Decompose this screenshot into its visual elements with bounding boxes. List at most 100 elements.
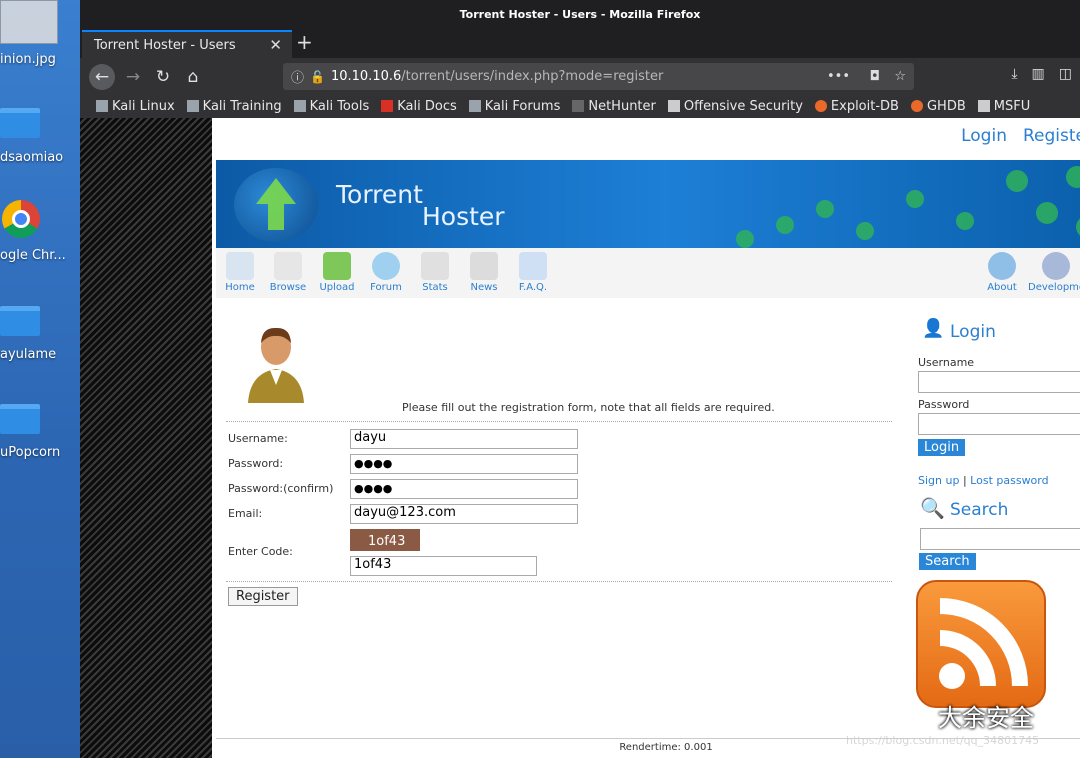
msfu-icon <box>977 100 990 112</box>
tab-active[interactable]: Torrent Hoster - Users ✕ <box>82 30 292 58</box>
desktop: inion.jpg dsaomiao ogle Chr... ayulame u… <box>0 0 80 758</box>
about-icon <box>988 252 1016 280</box>
bookmark-label: Kali Docs <box>397 98 457 114</box>
nethunter-icon <box>572 100 585 112</box>
insecure-lock-icon[interactable]: 🔓 <box>310 70 325 84</box>
menu-development[interactable]: Developme <box>1028 250 1080 293</box>
tab-title: Torrent Hoster - Users <box>94 37 236 53</box>
email-field[interactable]: dayu@123.com <box>350 504 578 524</box>
ghdb-icon <box>910 100 923 112</box>
bookmark-item[interactable]: NetHunter <box>572 99 656 114</box>
sidebar-username-input[interactable] <box>918 371 1080 393</box>
banner-dot <box>1066 166 1080 188</box>
url-path: /torrent/users/index.php?mode=register <box>401 69 664 84</box>
menu-faq[interactable]: F.A.Q. <box>509 250 557 293</box>
menu-label: F.A.Q. <box>518 282 548 293</box>
kali-icon <box>468 100 481 112</box>
top-register-link[interactable]: Registe <box>1023 126 1080 146</box>
banner-dot <box>776 216 794 234</box>
sidebar-icon[interactable]: ◫ <box>1059 66 1072 82</box>
desktop-item-label: ogle Chr... <box>0 248 66 263</box>
password-field[interactable]: ●●●● <box>350 454 578 474</box>
sidebar-search-title: Search <box>950 500 1009 520</box>
menu-label: News <box>470 282 498 293</box>
desktop-item-label: ayulame <box>0 347 57 362</box>
desktop-item-label: inion.jpg <box>0 52 56 67</box>
sidebar-password-input[interactable] <box>918 413 1080 435</box>
faq-icon <box>519 252 547 280</box>
enter-code-label: Enter Code: <box>228 545 293 558</box>
menu-upload[interactable]: Upload <box>313 250 361 293</box>
back-icon[interactable]: ← <box>89 64 115 90</box>
menu-forum[interactable]: Forum <box>362 250 410 293</box>
menu-about[interactable]: About <box>978 250 1026 293</box>
search-magnifier-icon: 🔍 <box>920 496 945 520</box>
menu-home[interactable]: Home <box>216 250 264 293</box>
bookmark-item[interactable]: Offensive Security <box>667 98 803 114</box>
reload-icon[interactable]: ↻ <box>150 64 176 90</box>
menu-label: Developme <box>1028 282 1080 293</box>
menu-stats[interactable]: Stats <box>411 250 459 293</box>
offsec-icon <box>667 100 680 112</box>
bookmark-item[interactable]: MSFU <box>977 99 1030 114</box>
nav-toolbar: ← → ↻ ⌂ ⓘ 🔓 10.10.10.6 /torrent/users/in… <box>80 58 1080 94</box>
page-actions-icon[interactable]: ••• <box>827 69 850 84</box>
bookmark-item[interactable]: Kali Tools <box>293 99 369 114</box>
forward-icon[interactable]: → <box>120 64 146 90</box>
lost-password-link[interactable]: Lost password <box>970 474 1048 487</box>
username-field[interactable]: dayu <box>350 429 578 449</box>
bookmark-label: Kali Linux <box>112 98 175 114</box>
signup-link[interactable]: Sign up <box>918 474 959 487</box>
library-icon[interactable]: ▥ <box>1032 66 1045 82</box>
bookmark-label: Offensive Security <box>683 98 803 114</box>
sidebar-login-button[interactable]: Login <box>918 439 966 456</box>
folder-icon <box>0 108 40 138</box>
bookmark-item[interactable]: Exploit-DB <box>814 99 899 114</box>
window-title: Torrent Hoster - Users - Mozilla Firefox <box>80 0 1080 28</box>
home-icon[interactable]: ⌂ <box>180 64 206 90</box>
sidebar-password-label: Password <box>918 398 970 411</box>
url-bar[interactable]: ⓘ 🔓 10.10.10.6 /torrent/users/index.php?… <box>283 63 914 90</box>
info-icon[interactable]: ⓘ <box>291 67 304 86</box>
top-links: Login Registe <box>961 126 1080 146</box>
bookmark-item[interactable]: Kali Forums <box>468 99 560 114</box>
development-icon <box>1042 252 1070 280</box>
password-label: Password: <box>228 457 284 470</box>
image-thumbnail <box>0 0 58 44</box>
sidebar-search-input[interactable] <box>920 528 1080 550</box>
browse-icon <box>274 252 302 280</box>
pocket-icon[interactable]: ◘ <box>870 69 880 84</box>
banner-dot <box>856 222 874 240</box>
new-tab-icon[interactable]: + <box>296 30 313 54</box>
captcha-image: 1of43 <box>350 529 420 551</box>
page-background-stripes <box>80 118 212 758</box>
banner-dot <box>1006 170 1028 192</box>
bookmark-item[interactable]: Kali Linux <box>96 99 175 114</box>
sidebar-search-button[interactable]: Search <box>919 553 976 570</box>
browser-window: Torrent Hoster - Users - Mozilla Firefox… <box>80 0 1080 758</box>
menu-label: Home <box>225 282 255 293</box>
watermark-text: 大余安全 <box>938 704 1034 732</box>
bookmark-item[interactable]: Kali Training <box>186 99 282 114</box>
divider <box>226 421 892 422</box>
menu-news[interactable]: News <box>460 250 508 293</box>
home-icon <box>226 252 254 280</box>
close-tab-icon[interactable]: ✕ <box>269 36 282 54</box>
rss-feed-icon[interactable] <box>916 580 1046 708</box>
username-label: Username: <box>228 432 288 445</box>
bookmark-item[interactable]: Kali Docs <box>381 99 457 114</box>
bookmark-star-icon[interactable]: ☆ <box>894 69 906 84</box>
register-button[interactable]: Register <box>228 587 298 606</box>
chrome-icon <box>2 200 40 238</box>
download-icon[interactable]: ⤓ <box>1011 66 1017 82</box>
captcha-field[interactable]: 1of43 <box>350 556 537 576</box>
url-host: 10.10.10.6 <box>330 69 402 84</box>
top-login-link[interactable]: Login <box>961 126 1007 146</box>
menu-label: Stats <box>422 282 448 293</box>
sidebar-links: Sign up | Lost password <box>918 474 1049 487</box>
menu-browse[interactable]: Browse <box>264 250 312 293</box>
banner-dot <box>1036 202 1058 224</box>
confirm-password-field[interactable]: ●●●● <box>350 479 578 499</box>
bookmark-item[interactable]: GHDB <box>910 99 966 114</box>
folder-icon <box>0 306 40 336</box>
